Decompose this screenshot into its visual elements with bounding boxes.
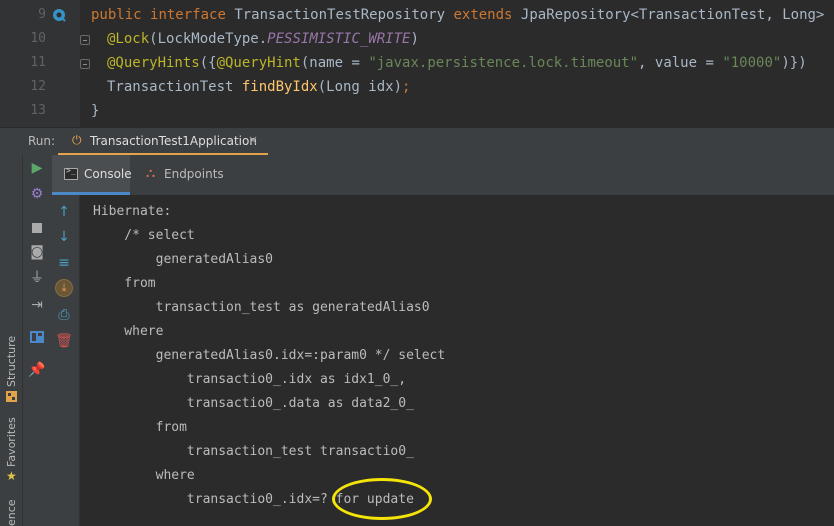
persistence-side-tab[interactable]: ence xyxy=(0,495,23,526)
code-line-9: public interface TransactionTestReposito… xyxy=(91,3,834,27)
structure-icon xyxy=(6,391,17,402)
run-toolbar: ▶ ⚙ ◙ ⏚ ⇥ 📌 xyxy=(23,155,50,526)
power-icon: ⏻ xyxy=(72,133,82,147)
close-icon[interactable]: × xyxy=(248,133,258,147)
console-line: /* select xyxy=(93,228,195,243)
console-line: generatedAlias0 xyxy=(93,252,274,267)
exit-icon[interactable]: ⇥ xyxy=(28,296,46,314)
soft-wrap-icon[interactable]: ≡ xyxy=(55,254,73,272)
arrow-up-icon[interactable]: ↑ xyxy=(55,203,73,221)
console-toolbar: ↑ ↓ ≡ ⤓ ⎙ 🗑 xyxy=(50,195,80,526)
method-name: findByIdx xyxy=(241,79,318,95)
camera-icon[interactable]: ◙ xyxy=(28,243,46,261)
stop-icon[interactable] xyxy=(28,219,46,237)
console-line: transactio0_.data as data2_0_ xyxy=(93,396,414,411)
console-tab-bar: Console ⛬ Endpoints xyxy=(50,155,834,195)
line-number: 10 xyxy=(30,31,46,46)
code-text: } xyxy=(91,103,100,119)
console-line: generatedAlias0.idx=:param0 */ select xyxy=(93,348,446,363)
run-config-tab[interactable]: ⏻ TransactionTest1Application × xyxy=(58,128,268,156)
keyword: extends xyxy=(453,7,513,23)
string-literal: "javax.persistence.lock.timeout" xyxy=(368,55,639,71)
endpoints-icon: ⛬ xyxy=(146,166,156,181)
code-text: , value = xyxy=(638,55,723,71)
console-line: transactio0_.idx as idx1_0_, xyxy=(93,372,407,387)
persistence-tab-label: ence xyxy=(5,499,18,526)
console-line: Hibernate: xyxy=(93,204,180,219)
line-number: 11 xyxy=(30,55,46,70)
code-text: (LockModeType. xyxy=(149,31,268,47)
highlight-circle xyxy=(332,478,432,520)
favorites-tab-label: Favorites xyxy=(5,417,18,467)
run-config-tab-label: TransactionTest1Application xyxy=(90,134,257,148)
annotation: @Lock xyxy=(107,31,150,47)
favorites-side-tab[interactable]: ★ Favorites xyxy=(0,417,23,487)
settings-gear-icon[interactable]: ⚙ xyxy=(28,185,46,203)
fold-marker-icon[interactable] xyxy=(80,35,90,45)
layout-icon[interactable] xyxy=(28,328,46,346)
console-line: transaction_test transactio0_ xyxy=(93,444,414,459)
code-line-13: } xyxy=(91,99,99,123)
enum-constant: PESSIMISTIC_WRITE xyxy=(267,31,411,47)
code-text: ; xyxy=(402,79,411,95)
type-name: TransactionTest xyxy=(107,79,242,95)
annotation: @QueryHint xyxy=(216,55,301,71)
console-icon xyxy=(64,166,78,180)
structure-tab-label: Structure xyxy=(5,335,18,387)
pin-icon[interactable]: 📌 xyxy=(28,361,46,379)
line-number: 12 xyxy=(30,79,46,94)
code-editor[interactable]: 9 10 11 12 13 public interface Transacti… xyxy=(0,0,834,127)
code-text: (Long idx) xyxy=(317,79,403,95)
scroll-to-end-icon[interactable]: ⤓ xyxy=(55,279,73,297)
run-label: Run: xyxy=(28,134,56,148)
tab-endpoints[interactable]: ⛬ Endpoints xyxy=(138,155,228,195)
console-line: where xyxy=(93,468,195,483)
keyword: interface xyxy=(150,7,226,23)
editor-gutter: 9 10 11 12 13 xyxy=(0,0,80,127)
console-line: transaction_test as generatedAlias0 xyxy=(93,300,430,315)
run-tool-window-header: Run: ⏻ TransactionTest1Application × xyxy=(0,127,834,156)
annotation: @QueryHints xyxy=(107,55,200,71)
arrow-down-icon[interactable]: ↓ xyxy=(55,228,73,246)
structure-side-tab[interactable]: Structure xyxy=(0,335,23,405)
code-line-10: @Lock(LockModeType.PESSIMISTIC_WRITE) xyxy=(107,27,419,51)
code-line-11: @QueryHints({@QueryHint(name = "javax.pe… xyxy=(107,51,807,75)
code-text: )}) xyxy=(781,55,807,71)
console-line: from xyxy=(93,420,187,435)
plug-icon[interactable]: ⏚ xyxy=(28,269,46,287)
implemented-by-icon[interactable] xyxy=(52,8,66,22)
console-line: from xyxy=(93,276,156,291)
line-number: 13 xyxy=(30,103,46,118)
tab-console-label: Console xyxy=(84,167,132,181)
rerun-icon[interactable]: ▶ xyxy=(28,159,46,177)
code-text: ({ xyxy=(199,55,217,71)
console-line: where xyxy=(93,324,164,339)
console-output[interactable]: Hibernate: /* select generatedAlias0 fro… xyxy=(80,195,834,526)
line-number: 9 xyxy=(38,7,46,22)
code-text: JpaRepository<TransactionTest, Long> { xyxy=(520,7,834,23)
star-icon: ★ xyxy=(6,469,17,483)
keyword: public xyxy=(91,7,142,23)
tab-endpoints-label: Endpoints xyxy=(164,167,224,181)
left-tool-stripe: Structure ★ Favorites ence xyxy=(0,155,23,526)
clear-trash-icon[interactable]: 🗑 xyxy=(55,332,73,350)
string-literal: "10000" xyxy=(722,55,782,71)
tab-console[interactable]: Console xyxy=(52,155,132,195)
interface-name: TransactionTestRepository xyxy=(234,7,446,23)
print-icon[interactable]: ⎙ xyxy=(55,306,73,324)
code-text: ) xyxy=(410,31,419,47)
fold-marker-icon[interactable] xyxy=(80,59,90,69)
code-text: (name = xyxy=(300,55,369,71)
code-line-12: TransactionTest findByIdx(Long idx); xyxy=(107,75,410,99)
